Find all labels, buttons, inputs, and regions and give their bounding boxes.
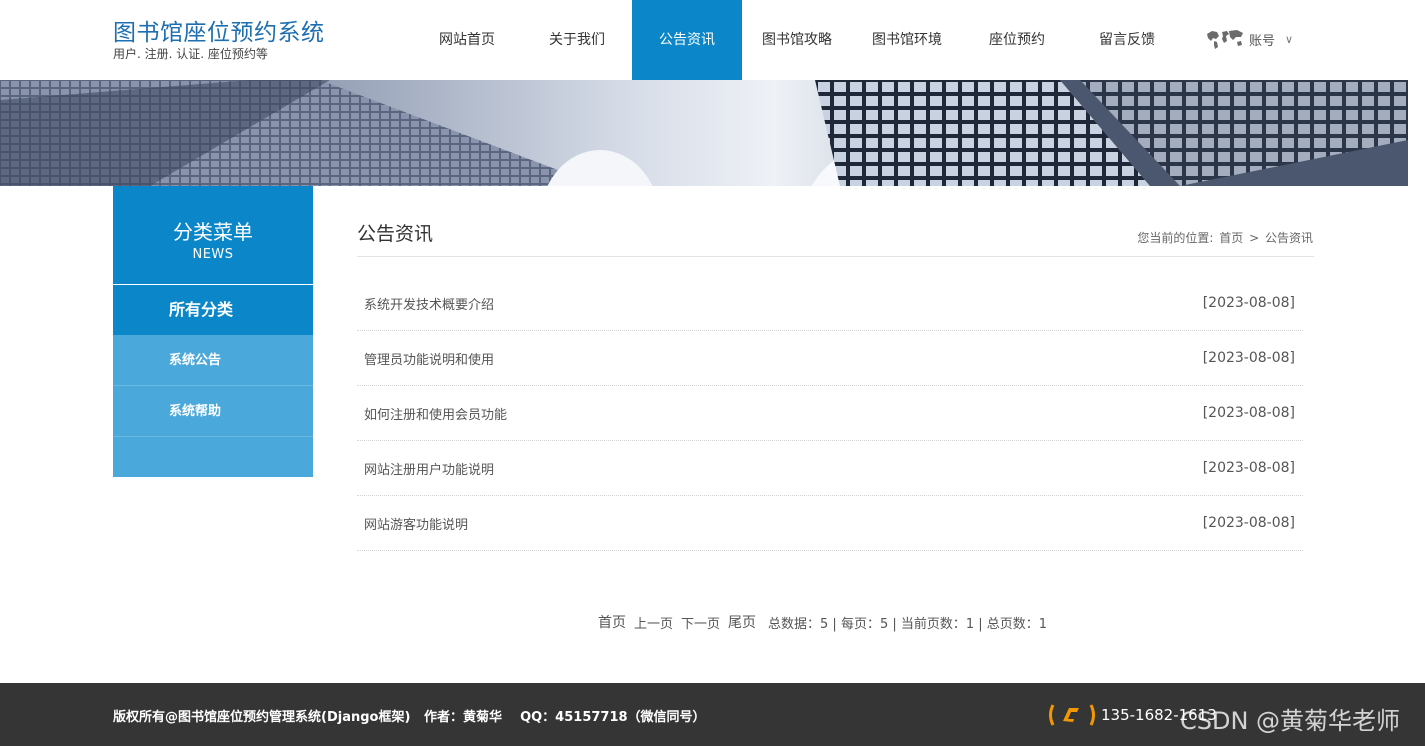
news-title[interactable]: 如何注册和使用会员功能 [364, 404, 507, 423]
sidebar-title-en: NEWS [192, 247, 234, 262]
nav-item-feedback[interactable]: 留言反馈 [1072, 0, 1182, 80]
news-list: 系统开发技术概要介绍 [2023-08-08] 管理员功能说明和使用 [2023… [357, 276, 1303, 551]
nav-item-environment[interactable]: 图书馆环境 [852, 0, 962, 80]
nav-item-seat-booking[interactable]: 座位预约 [962, 0, 1072, 80]
news-title[interactable]: 网站注册用户功能说明 [364, 459, 494, 478]
title-divider [357, 256, 1314, 257]
pager-next-link[interactable]: 下一页 [681, 613, 720, 632]
news-date: [2023-08-08] [1202, 460, 1295, 476]
news-item[interactable]: 网站游客功能说明 [2023-08-08] [357, 496, 1303, 551]
news-item[interactable]: 系统开发技术概要介绍 [2023-08-08] [357, 276, 1303, 331]
site-header: 图书馆座位预约系统 用户. 注册. 认证. 座位预约等 网站首页 关于我们 公告… [0, 0, 1425, 80]
breadcrumb: 您当前的位置: 首页 > 公告资讯 [1135, 229, 1313, 246]
sidebar-item-system-notice[interactable]: 系统公告 [113, 335, 313, 386]
breadcrumb-home-link[interactable]: 首页 [1219, 231, 1243, 245]
news-title[interactable]: 网站游客功能说明 [364, 514, 468, 533]
news-title[interactable]: 管理员功能说明和使用 [364, 349, 494, 368]
news-item[interactable]: 管理员功能说明和使用 [2023-08-08] [357, 331, 1303, 386]
pager-prev-link[interactable]: 上一页 [634, 613, 673, 632]
pager-info: 总数据：5 | 每页：5 | 当前页数：1 | 总页数：1 [768, 616, 1048, 632]
pagination: 首页 上一页 下一页 尾页 总数据：5 | 每页：5 | 当前页数：1 | 总页… [598, 612, 1047, 632]
nav-item-home[interactable]: 网站首页 [412, 0, 522, 80]
site-footer: 版权所有@图书馆座位预约管理系统(Django框架) 作者：黄菊华 QQ：451… [0, 683, 1425, 746]
sidebar-category-list: 系统公告 系统帮助 [113, 335, 313, 477]
news-date: [2023-08-08] [1202, 295, 1295, 311]
footer-copyright: 版权所有@图书馆座位预约管理系统(Django框架) 作者：黄菊华 QQ：451… [113, 710, 706, 725]
news-date: [2023-08-08] [1202, 405, 1295, 421]
sidebar-title: 分类菜单 [173, 220, 253, 244]
news-date: [2023-08-08] [1202, 515, 1295, 531]
breadcrumb-prefix: 您当前的位置: [1137, 231, 1214, 245]
sidebar-heading: 分类菜单 NEWS [113, 186, 313, 284]
site-subtitle: 用户. 注册. 认证. 座位预约等 [113, 47, 268, 61]
breadcrumb-current: 公告资讯 [1264, 231, 1313, 245]
pager-last-link[interactable]: 尾页 [728, 612, 756, 632]
sidebar-item-system-help[interactable]: 系统帮助 [113, 386, 313, 437]
main-nav: 网站首页 关于我们 公告资讯 图书馆攻略 图书馆环境 座位预约 留言反馈 [412, 0, 1182, 80]
phone-icon [1049, 704, 1095, 726]
news-item[interactable]: 如何注册和使用会员功能 [2023-08-08] [357, 386, 1303, 441]
sidebar-item-all[interactable]: 所有分类 [113, 285, 313, 335]
nav-item-about[interactable]: 关于我们 [522, 0, 632, 80]
world-map-icon [1207, 30, 1243, 49]
breadcrumb-separator: > [1249, 231, 1260, 245]
chevron-down-icon: ∨ [1285, 32, 1294, 46]
banner-image [0, 80, 1408, 186]
nav-item-guide[interactable]: 图书馆攻略 [742, 0, 852, 80]
account-label: 账号 [1249, 33, 1276, 49]
site-title[interactable]: 图书馆座位预约系统 [113, 13, 325, 47]
skyscraper-banner-graphic [0, 80, 1408, 186]
account-menu[interactable]: 账号 ∨ [1205, 28, 1293, 50]
news-item[interactable]: 网站注册用户功能说明 [2023-08-08] [357, 441, 1303, 496]
page-title: 公告资讯 [357, 223, 434, 245]
nav-item-news[interactable]: 公告资讯 [632, 0, 742, 80]
csdn-watermark: CSDN @黄菊华老师 [1180, 707, 1401, 735]
pager-first-link[interactable]: 首页 [598, 612, 626, 632]
news-title[interactable]: 系统开发技术概要介绍 [364, 294, 494, 313]
news-date: [2023-08-08] [1202, 350, 1295, 366]
